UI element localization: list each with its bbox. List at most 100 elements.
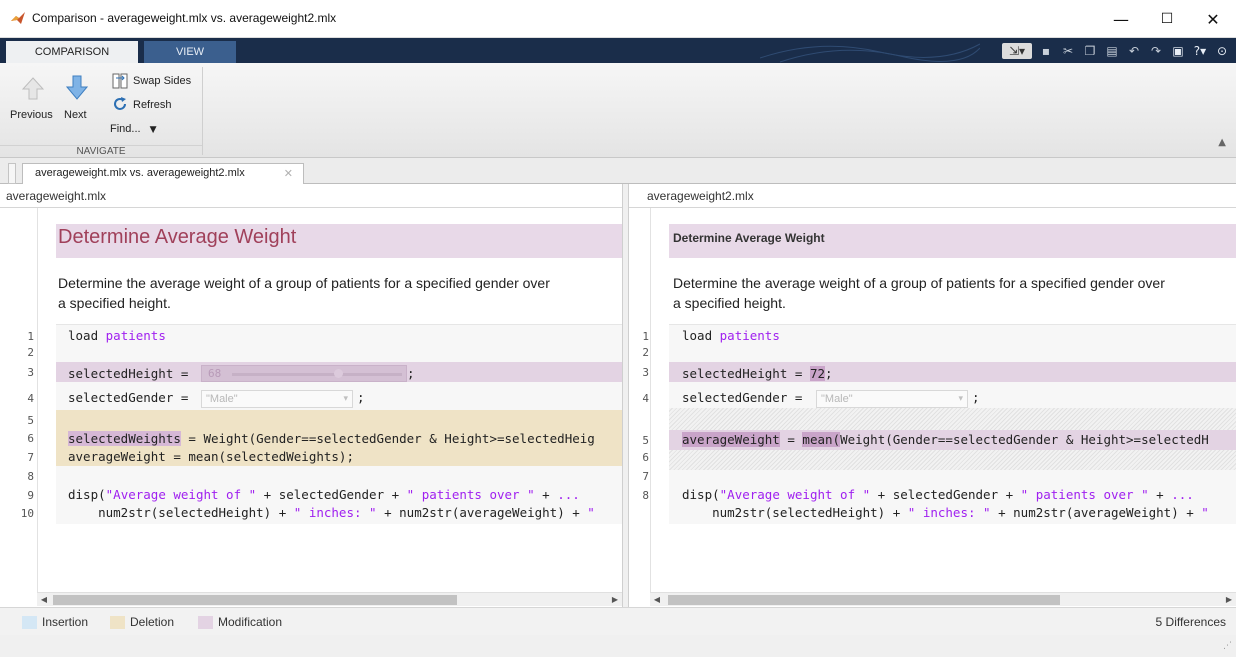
resize-grip-icon[interactable]: ⋰ — [1223, 641, 1232, 651]
left-paragraph-line-2: a specified height. — [58, 295, 171, 311]
right-horizontal-scrollbar[interactable]: ◀ ▶ — [650, 592, 1236, 606]
left-gutter-line — [37, 208, 38, 592]
ribbon-toolstrip: Previous Next Swap Sides Refresh Find...… — [0, 63, 1236, 158]
refresh-button[interactable]: Refresh — [133, 99, 172, 111]
legend-insertion-label: Insertion — [42, 615, 89, 629]
scroll-right-icon[interactable]: ▶ — [1222, 593, 1236, 607]
maximize-button[interactable]: ☐ — [1144, 0, 1190, 38]
code-line: disp("Average weight of " + selectedGend… — [68, 487, 580, 502]
code-line: disp("Average weight of " + selectedGend… — [682, 487, 1194, 502]
right-paragraph-line-2: a specified height. — [673, 295, 786, 311]
find-label: Find... — [110, 123, 141, 135]
scroll-right-icon[interactable]: ▶ — [608, 593, 622, 607]
legend-deletion: Deletion — [110, 615, 174, 629]
legend-modification-label: Modification — [218, 615, 283, 629]
find-button[interactable]: Find... ▼ — [110, 123, 157, 135]
line-number: 6 — [642, 451, 649, 464]
modification-swatch — [198, 616, 213, 629]
cut-icon[interactable]: ✂ — [1060, 43, 1076, 59]
line-number: 6 — [27, 432, 34, 445]
previous-arrow-icon — [22, 77, 44, 100]
left-heading: Determine Average Weight — [58, 226, 297, 248]
line-number: 4 — [642, 392, 649, 405]
height-slider-value: 68 — [208, 367, 222, 380]
tab-view[interactable]: VIEW — [144, 41, 236, 63]
left-pane: averageweight.mlx Determine Average Weig… — [0, 184, 622, 607]
line-number: 3 — [27, 366, 34, 379]
line-number: 5 — [642, 434, 649, 447]
scroll-left-icon[interactable]: ◀ — [37, 593, 51, 607]
code-line: selectedGender = — [68, 390, 196, 405]
left-file-name: averageweight.mlx — [0, 184, 622, 208]
document-tab-bar: averageweight.mlx vs. averageweight2.mlx… — [0, 158, 1236, 184]
switch-windows-icon[interactable]: ▣ — [1170, 43, 1186, 59]
collapse-ribbon-icon[interactable]: ⊙ — [1214, 43, 1230, 59]
line-number: 3 — [642, 366, 649, 379]
close-button[interactable]: ✕ — [1190, 0, 1236, 38]
line-number: 1 — [27, 330, 34, 343]
save-icon[interactable]: ▪ — [1038, 43, 1054, 59]
minimize-toolstrip-icon[interactable]: ▲ — [1218, 137, 1226, 148]
document-tab[interactable]: averageweight.mlx vs. averageweight2.mlx… — [22, 163, 304, 184]
slider-thumb[interactable] — [334, 369, 343, 378]
close-tab-icon[interactable]: ✕ — [284, 164, 293, 183]
redo-icon[interactable]: ↷ — [1148, 43, 1164, 59]
line-number: 8 — [27, 470, 34, 483]
pane-divider[interactable] — [622, 184, 629, 607]
code-line: num2str(selectedHeight) + " inches: " + … — [682, 505, 1209, 520]
gender-dropdown[interactable]: "Male" ▾ — [201, 390, 353, 408]
right-gutter-line — [650, 208, 651, 592]
swap-sides-button[interactable]: Swap Sides — [133, 75, 191, 87]
insertion-swatch — [22, 616, 37, 629]
chevron-down-icon: ▾ — [343, 394, 348, 404]
legend-insertion: Insertion — [22, 615, 88, 629]
height-slider[interactable]: 68 — [201, 365, 407, 382]
deletion-swatch — [110, 616, 125, 629]
paste-icon[interactable]: ▤ — [1104, 43, 1120, 59]
ribbon-wave-decoration — [760, 43, 980, 63]
section-separator — [202, 67, 203, 155]
tab-bar-handle — [8, 163, 16, 184]
line-number: 7 — [642, 470, 649, 483]
gender-dropdown-value: "Male" — [821, 393, 853, 405]
scroll-left-icon[interactable]: ◀ — [650, 593, 664, 607]
scroll-thumb[interactable] — [668, 595, 1060, 605]
copy-icon[interactable]: ❐ — [1082, 43, 1098, 59]
code-line: num2str(selectedHeight) + " inches: " + … — [68, 505, 595, 520]
right-row-placeholder — [669, 408, 1236, 430]
right-paragraph-line-1: Determine the average weight of a group … — [673, 275, 1165, 291]
code-line: averageWeight = mean(selectedWeights); — [68, 449, 354, 464]
right-row-placeholder — [669, 450, 1236, 470]
previous-button[interactable]: Previous — [10, 109, 53, 121]
line-number: 7 — [27, 451, 34, 464]
code-line: averageWeight = mean(Weight(Gender==sele… — [682, 432, 1209, 447]
code-line: load patients — [682, 328, 780, 343]
next-arrow-icon — [66, 75, 88, 100]
left-paragraph-line-1: Determine the average weight of a group … — [58, 275, 550, 291]
code-line-end: ; — [972, 390, 980, 405]
gender-dropdown[interactable]: "Male" ▾ — [816, 390, 968, 408]
code-line: load patients — [68, 328, 166, 343]
quick-access-toolbar: ⇲▾ ▪ ✂ ❐ ▤ ↶ ↷ ▣ ?▾ ⊙ — [1002, 38, 1236, 63]
shortcuts-icon[interactable]: ⇲▾ — [1002, 42, 1032, 59]
next-button[interactable]: Next — [64, 109, 87, 121]
help-icon[interactable]: ?▾ — [1192, 43, 1208, 59]
scroll-thumb[interactable] — [53, 595, 457, 605]
code-line: selectedWeights = Weight(Gender==selecte… — [68, 431, 595, 446]
chevron-down-icon: ▾ — [958, 394, 963, 404]
undo-icon[interactable]: ↶ — [1126, 43, 1142, 59]
document-tab-label: averageweight.mlx vs. averageweight2.mlx — [35, 167, 245, 179]
line-number: 10 — [20, 507, 34, 520]
right-file-name: averageweight2.mlx — [629, 184, 1236, 208]
refresh-icon — [114, 97, 126, 110]
code-line-end: ; — [407, 366, 415, 381]
code-line: selectedGender = — [682, 390, 810, 405]
minimize-button[interactable]: — — [1098, 0, 1144, 38]
swap-sides-icon — [112, 73, 128, 89]
tab-comparison[interactable]: COMPARISON — [6, 41, 138, 63]
line-number: 8 — [642, 489, 649, 502]
code-line: selectedHeight = 72; — [682, 366, 833, 381]
right-heading: Determine Average Weight — [673, 231, 825, 245]
left-horizontal-scrollbar[interactable]: ◀ ▶ — [37, 592, 622, 606]
legend-deletion-label: Deletion — [130, 615, 175, 629]
